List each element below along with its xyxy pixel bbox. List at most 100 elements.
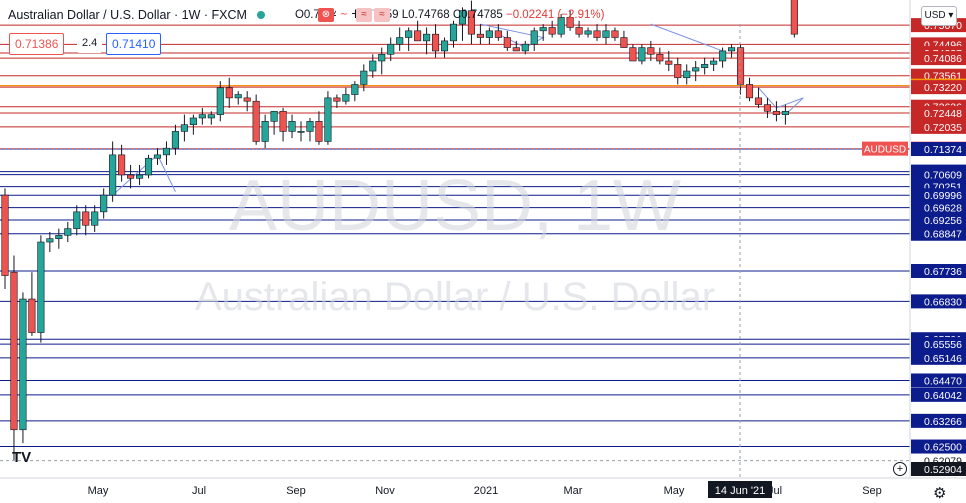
candle-body [692,67,700,72]
remove-symbol-icon[interactable]: ⊗ [318,8,334,22]
time-tick-label: May [88,485,109,497]
candle-body [207,114,215,119]
candle-body [665,60,673,65]
candle-body [64,228,72,236]
price-tick-label: 0.65146 [924,353,962,365]
candle-body [82,211,90,226]
candle-body [476,33,484,38]
candle-body [127,174,135,179]
symbol-title[interactable]: Australian Dollar / U.S. Dollar · 1W · F… [8,8,247,22]
gear-icon[interactable]: ⚙ [933,484,946,502]
tradingview-logo[interactable]: TV [12,449,31,466]
candle-body [261,121,269,142]
candle-body [745,84,754,99]
candle-body [485,30,493,38]
candle-body [109,154,117,196]
candle-body [763,104,772,112]
candle-body [683,70,691,79]
time-tick-label: Jul [768,485,782,497]
price-tick-label: 0.68847 [924,229,962,241]
candle-body [620,37,628,48]
candle-body [405,30,413,38]
chart-pattern [650,23,723,52]
time-tick-label: Sep [286,485,306,497]
time-axis[interactable]: May Jul Sep Nov 2021 Mar May 14 Jun '21 Jul Sep [88,481,882,498]
candle-body [790,0,798,35]
candle-body [387,43,395,55]
candle-body [270,110,278,122]
candle-body [28,298,36,333]
candle-body [423,33,431,42]
price-chart[interactable]: AUDUSD, 1W Australian Dollar / U.S. Doll… [0,0,966,503]
candle-body [189,117,197,125]
candle-body [324,97,332,142]
watermark-name: Australian Dollar / U.S. Dollar [195,275,715,319]
candle-body [198,114,206,119]
candle-body [144,157,153,176]
candle-body [342,94,350,102]
time-tick-label: Mar [564,485,583,497]
price-tick-label: 0.73220 [924,82,962,94]
candle-body [315,121,323,142]
candle-body [440,40,449,52]
price-tick-label: 0.66830 [924,296,962,308]
price-tick-label: 0.64042 [924,390,962,402]
candle-body [306,121,314,132]
candle-body [530,30,538,45]
price-tick-label: 0.72448 [924,108,962,120]
candle-body [781,110,789,115]
candle-body [656,53,664,62]
time-tick-label: Sep [862,485,882,497]
candle-body [225,87,233,99]
candle-body [728,47,736,52]
watermark: AUDUSD, 1W Australian Dollar / U.S. Doll… [195,166,715,319]
price-tick-label: 0.69628 [924,203,962,215]
candle-body [432,33,440,52]
candle-body [171,131,179,149]
header-controls-2: ≈ ≈ [356,8,390,22]
candle-body [602,30,610,38]
price-tick-label: 0.52904 [924,464,962,476]
candle-body [10,271,18,431]
settings-pill-icon[interactable]: ≈ [374,8,390,22]
currency-dropdown[interactable]: USD ▾ [921,6,957,26]
add-plus-icon[interactable]: + [893,462,907,476]
candle-body [539,27,547,32]
candle-body [494,30,502,38]
candle-body [710,60,718,65]
market-status-dot [256,11,265,19]
candle-body [414,30,422,42]
candle-body [216,87,224,115]
candle-body [100,194,108,213]
ohlc-close: C0.74785 [452,9,503,21]
candle-body [701,64,709,68]
ohlc-change: −0.02241 (−2.91%) [505,9,605,21]
candle-body [37,241,45,333]
candle-body [46,238,54,243]
hide-icon[interactable]: ∼ [336,8,352,22]
time-tick-label: Jul [192,485,206,497]
price-tick-label: 0.74086 [924,53,962,65]
time-crosshair-label: 14 Jun '21 [715,485,765,497]
time-tick-label: Nov [375,485,395,497]
candle-body [647,47,655,55]
buy-button[interactable]: 0.71410 [106,33,162,55]
compare-icon[interactable]: ≈ [356,8,372,22]
candle-body [503,37,511,48]
candle-body [297,131,305,133]
candle-body [593,30,601,38]
candle-body [162,147,171,156]
candle-body [736,47,745,85]
candle-body [512,47,520,52]
price-tick-label: 0.71374 [924,144,962,156]
candle-body [629,47,637,62]
price-tick-label: 0.65556 [924,339,962,351]
sell-button[interactable]: 0.71386 [9,33,65,55]
candle-body [521,43,529,52]
candle-body [360,70,368,85]
price-tick-label: 0.64470 [924,375,962,387]
price-tick-label: 0.72035 [924,122,962,134]
candle-body [548,27,556,35]
candle-body [55,235,63,239]
chart-window: AUDUSD, 1W Australian Dollar / U.S. Doll… [0,0,966,503]
